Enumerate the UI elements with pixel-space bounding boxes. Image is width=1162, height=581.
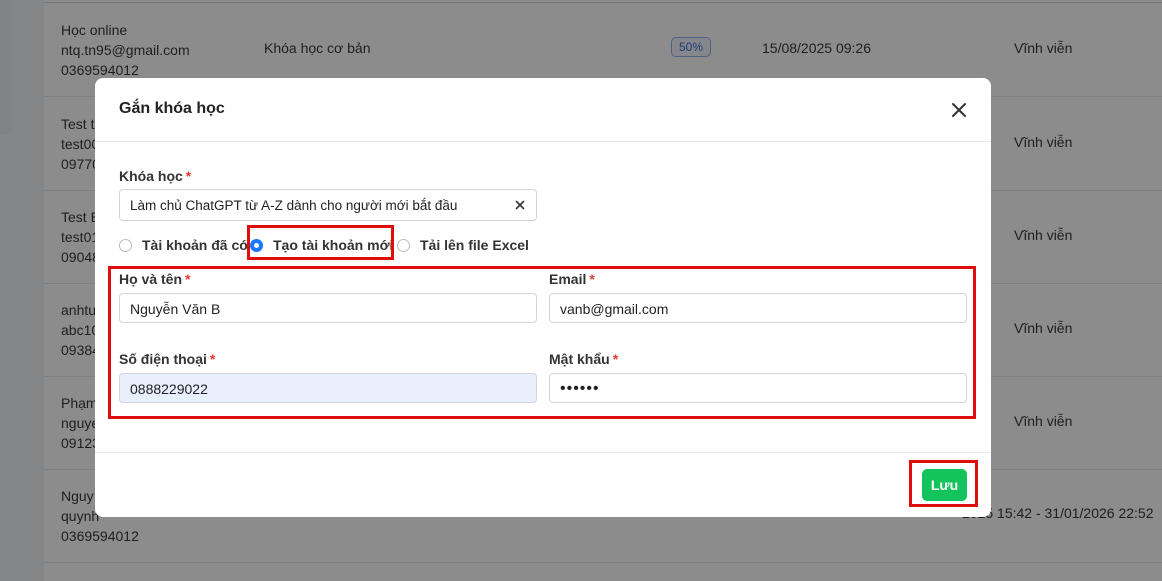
name-field[interactable]: Nguyễn Văn B (119, 293, 537, 323)
password-label: Mật khẩu * (549, 351, 619, 367)
radio-circle[interactable] (397, 238, 410, 252)
modal-footer-divider (95, 452, 991, 453)
close-button[interactable] (947, 98, 971, 122)
phone-label: Số điện thoại * (119, 351, 216, 367)
radio-circle-checked[interactable] (250, 238, 263, 252)
radio-upload-excel[interactable]: Tải lên file Excel (397, 235, 529, 255)
name-label: Họ và tên * (119, 271, 191, 287)
email-label: Email * (549, 271, 595, 287)
phone-field[interactable]: 0888229022 (119, 373, 537, 403)
clear-icon (515, 200, 525, 210)
email-field[interactable]: vanb@gmail.com (549, 293, 967, 323)
radio-existing-account[interactable]: Tài khoản đã có (119, 235, 248, 255)
course-select[interactable]: Làm chủ ChatGPT từ A-Z dành cho người mớ… (119, 189, 537, 221)
modal-title: Gắn khóa học (119, 100, 225, 117)
modal-header: Gắn khóa học (95, 78, 991, 142)
radio-label: Tải lên file Excel (420, 237, 529, 253)
radio-label: Tài khoản đã có (142, 237, 248, 253)
password-field[interactable]: •••••• (549, 373, 967, 403)
clear-course-button[interactable] (513, 198, 527, 212)
course-select-value: Làm chủ ChatGPT từ A-Z dành cho người mớ… (130, 198, 458, 213)
radio-circle[interactable] (119, 238, 132, 252)
assign-course-modal: Gắn khóa học Khóa học * Làm chủ ChatGPT t… (95, 78, 991, 517)
save-button[interactable]: Lưu (922, 469, 967, 501)
course-label: Khóa học * (119, 168, 192, 184)
close-icon (952, 103, 966, 117)
radio-label: Tạo tài khoản mới (273, 237, 394, 253)
radio-new-account[interactable]: Tạo tài khoản mới (250, 235, 393, 255)
